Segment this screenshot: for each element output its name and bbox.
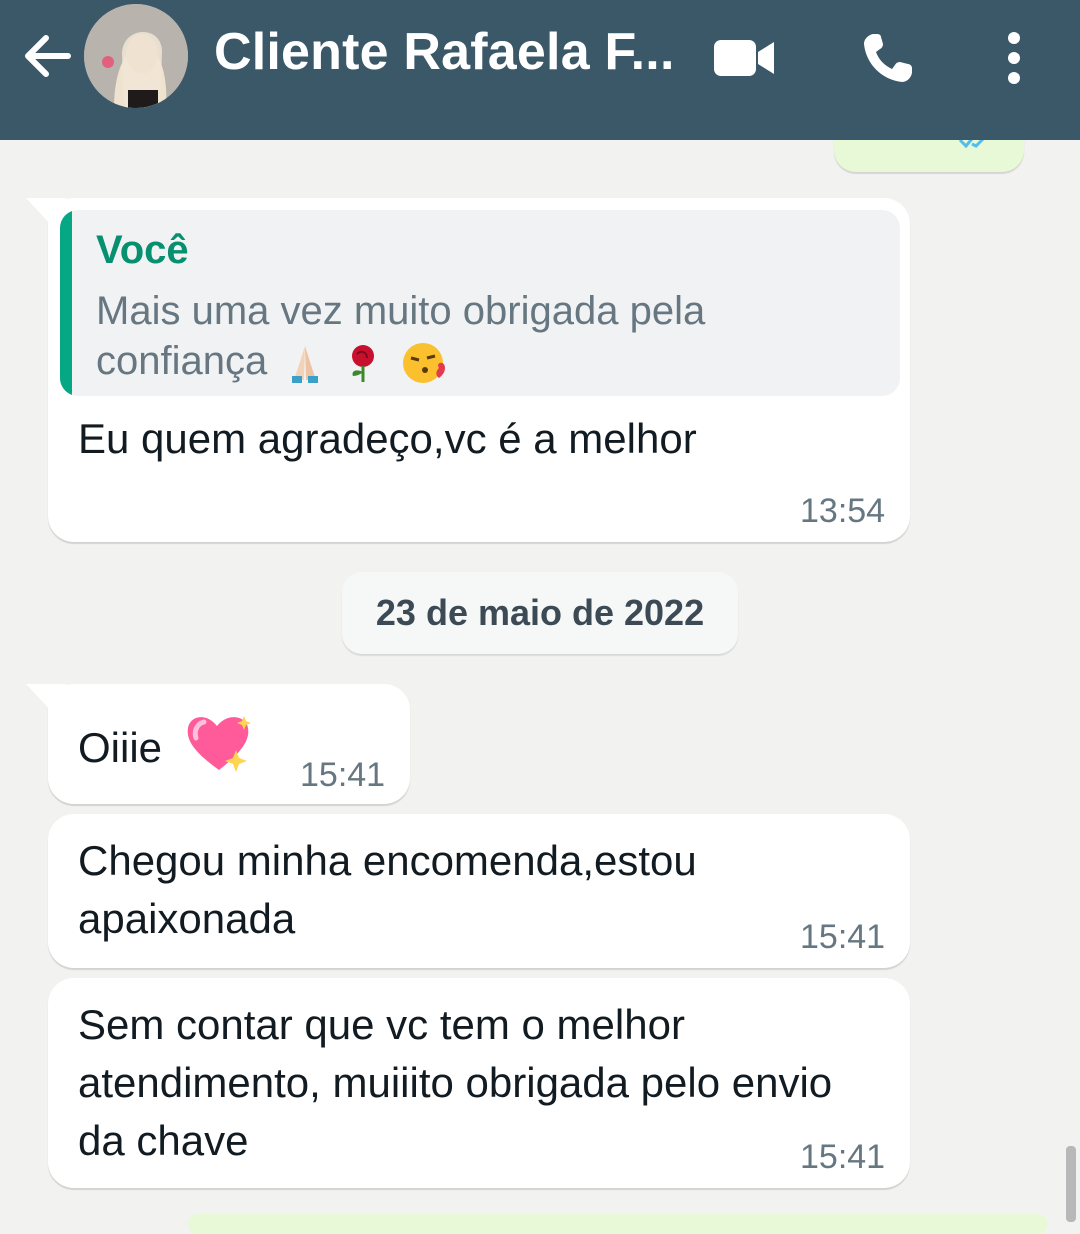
message-time: 15:41 [800, 1138, 886, 1176]
quoted-message[interactable]: Você Mais uma vez muito obrigada pela co… [60, 210, 900, 396]
face-blowing-kiss-icon [402, 343, 445, 384]
message-time: 13:54 [800, 492, 886, 530]
sparkling-heart-icon [187, 716, 251, 772]
quote-text: Mais uma vez muito obrigada pela confian… [96, 286, 876, 386]
video-camera-icon[interactable] [712, 34, 776, 82]
scrollbar[interactable] [1066, 1146, 1076, 1222]
more-vertical-icon[interactable] [996, 28, 1032, 88]
chat-title[interactable]: Cliente Rafaela F... [214, 22, 675, 82]
outgoing-message-peek[interactable] [188, 1214, 1048, 1234]
message-text: Oiiie [78, 712, 254, 777]
quote-accent-bar [60, 210, 72, 396]
message-text: Eu quem agradeço,vc é a melhor [78, 415, 697, 462]
phone-icon[interactable] [858, 28, 918, 88]
message-bubble[interactable]: Sem contar que vc tem o melhor atendimen… [48, 978, 910, 1188]
date-separator: 23 de maio de 2022 [342, 572, 738, 654]
rose-icon [352, 345, 375, 383]
arrow-left-icon[interactable] [18, 26, 78, 86]
avatar[interactable] [84, 4, 188, 108]
message-bubble[interactable]: Chegou minha encomenda,estou apaixonada … [48, 814, 910, 968]
chat-header: Cliente Rafaela F... [0, 0, 1080, 140]
message-bubble[interactable]: Oiiie 15:41 [26, 684, 410, 804]
folded-hands-icon [292, 346, 319, 384]
message-text: Chegou minha encomenda,estou apaixonada [78, 837, 697, 942]
bubble-tail [26, 684, 66, 712]
message-text: Sem contar que vc tem o melhor atendimen… [78, 1001, 833, 1164]
message-text-content: Oiiie [78, 724, 163, 771]
message-bubble[interactable]: Você Mais uma vez muito obrigada pela co… [26, 198, 910, 542]
quote-author: Você [96, 228, 189, 272]
message-time: 15:41 [800, 918, 886, 956]
message-time: 15:41 [300, 756, 386, 794]
